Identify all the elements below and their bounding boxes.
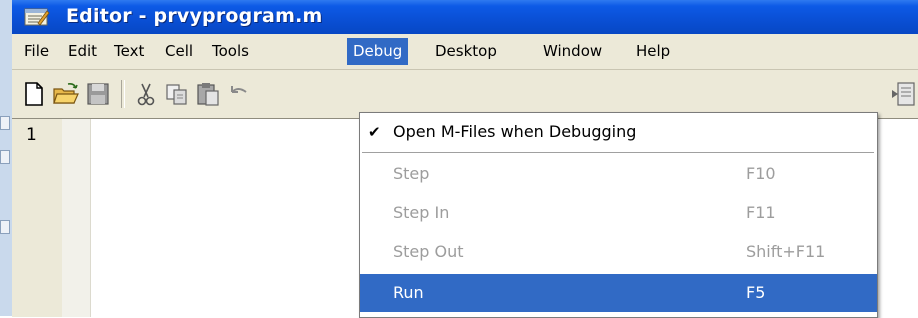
menu-item-step-out[interactable]: Step Out Shift+F11	[360, 233, 877, 271]
menu-item-shortcut: F11	[746, 203, 776, 222]
menu-help[interactable]: Help	[630, 38, 676, 65]
background-window-fragment	[0, 116, 10, 130]
menu-debug[interactable]: Debug	[347, 38, 409, 65]
window-title: Editor - prvyprogram.m	[66, 5, 323, 27]
title-bar[interactable]: Editor - prvyprogram.m	[12, 0, 918, 34]
editor-app-icon	[24, 8, 50, 26]
menu-window[interactable]: Window	[537, 38, 608, 65]
toolbar-separator	[121, 80, 125, 108]
menu-file[interactable]: File	[18, 38, 55, 65]
menu-item-step[interactable]: Step F10	[360, 155, 877, 193]
menu-item-label: Open M-Files when Debugging	[393, 122, 637, 141]
menu-item-shortcut: Shift+F11	[746, 242, 826, 261]
background-window-fragment	[0, 220, 10, 234]
new-file-icon[interactable]	[20, 80, 48, 108]
menu-separator	[362, 152, 874, 153]
menu-bar: File Edit Text Cell Tools Debug Desktop …	[12, 34, 918, 70]
menu-item-run[interactable]: Run F5	[360, 274, 877, 312]
menu-tools[interactable]: Tools	[206, 38, 255, 65]
menu-item-step-in[interactable]: Step In F11	[360, 194, 877, 232]
menu-text[interactable]: Text	[108, 38, 150, 65]
line-number-gutter: 1	[12, 119, 63, 317]
open-folder-icon[interactable]	[52, 80, 80, 108]
menu-cell[interactable]: Cell	[159, 38, 199, 65]
menu-item-shortcut: F5	[746, 283, 766, 302]
menu-item-shortcut: F10	[746, 164, 776, 183]
cut-icon[interactable]	[132, 80, 160, 108]
cell-mode-icon[interactable]	[890, 80, 918, 108]
toolbar	[12, 70, 918, 118]
menu-item-open-mfiles-when-debugging[interactable]: ✔ Open M-Files when Debugging	[360, 113, 877, 151]
save-icon[interactable]	[84, 80, 112, 108]
breakpoint-gutter[interactable]	[62, 119, 91, 317]
menu-item-label: Step In	[393, 203, 450, 222]
menu-edit[interactable]: Edit	[62, 38, 103, 65]
debug-menu-dropdown: ✔ Open M-Files when Debugging Step F10 S…	[359, 112, 878, 318]
copy-icon[interactable]	[163, 80, 191, 108]
line-number: 1	[26, 125, 37, 145]
paste-icon[interactable]	[194, 80, 222, 108]
checkmark-icon: ✔	[368, 123, 381, 141]
editor-window: Editor - prvyprogram.m File Edit Text Ce…	[12, 0, 918, 318]
background-window-fragment	[0, 150, 10, 164]
menu-item-label: Step	[393, 164, 430, 183]
menu-item-label: Run	[393, 283, 424, 302]
menu-desktop[interactable]: Desktop	[429, 38, 503, 65]
undo-icon[interactable]	[224, 80, 252, 108]
menu-item-label: Step Out	[393, 242, 464, 261]
